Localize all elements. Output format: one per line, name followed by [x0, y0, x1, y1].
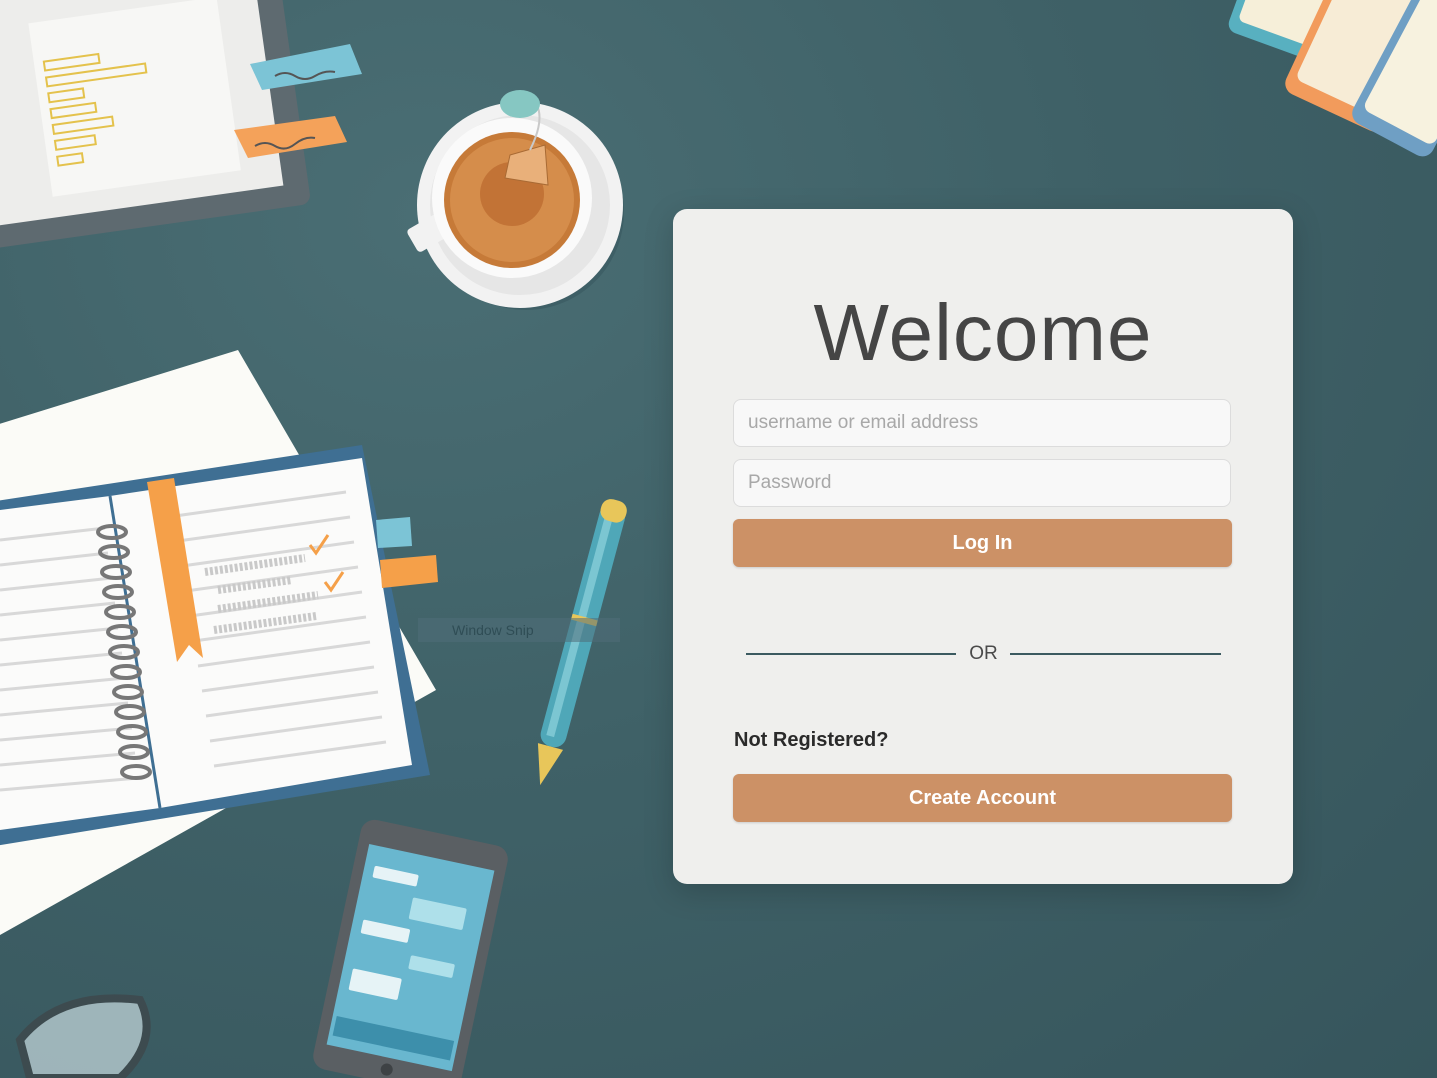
- glasses-illustration: [15, 994, 151, 1078]
- tea-cup-illustration: [407, 90, 624, 310]
- username-input[interactable]: [733, 399, 1231, 447]
- create-account-button[interactable]: Create Account: [733, 774, 1232, 822]
- login-button[interactable]: Log In: [733, 519, 1232, 567]
- pen-illustration: [537, 499, 627, 786]
- or-divider: OR: [746, 641, 1221, 667]
- laptop-illustration: [0, 0, 310, 250]
- divider-line-right: [1010, 653, 1221, 655]
- books-illustration: [1228, 0, 1437, 157]
- welcome-title: Welcome: [813, 288, 1153, 377]
- window-snip-label: Window Snip: [418, 618, 620, 642]
- login-card: Welcome Log In OR Not Registered? Create…: [673, 209, 1293, 884]
- password-input[interactable]: [733, 459, 1231, 507]
- smartphone-illustration: [313, 819, 508, 1078]
- not-registered-label: Not Registered?: [734, 729, 889, 751]
